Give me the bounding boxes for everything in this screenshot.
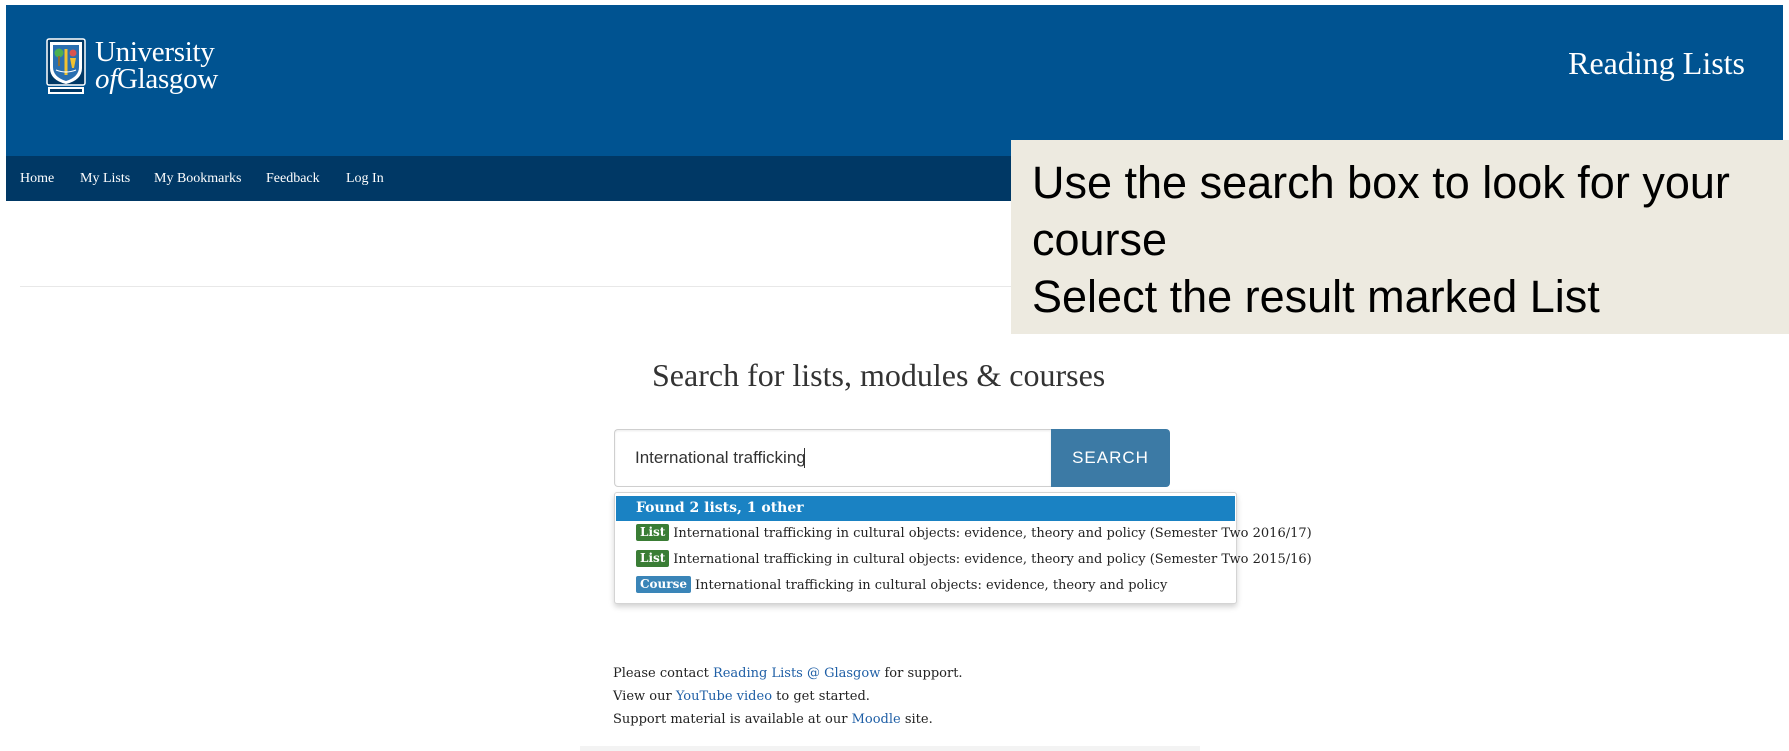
logo-line-university: University: [95, 36, 215, 68]
nav-my-lists[interactable]: My Lists: [80, 156, 130, 201]
text-caret: [804, 448, 805, 468]
nav-my-bookmarks[interactable]: My Bookmarks: [154, 156, 242, 201]
logo-glasgow: Glasgow: [116, 63, 218, 95]
logo-wordmark: University ofGlasgow: [95, 36, 218, 95]
support-line-moodle: Support material is available at our Moo…: [613, 708, 963, 731]
university-crest-icon: [46, 38, 86, 94]
support-text: View our: [613, 689, 676, 704]
support-line-contact: Please contact Reading Lists @ Glasgow f…: [613, 662, 963, 685]
instruction-callout: Use the search box to look for your cour…: [1011, 140, 1789, 334]
reading-lists-link[interactable]: Reading Lists @ Glasgow: [713, 666, 880, 681]
support-info: Please contact Reading Lists @ Glasgow f…: [613, 662, 963, 731]
search-input[interactable]: [614, 429, 1051, 487]
search-heading: Search for lists, modules & courses: [652, 357, 1106, 393]
youtube-video-link[interactable]: YouTube video: [676, 689, 772, 704]
search-button[interactable]: SEARCH: [1051, 429, 1170, 487]
result-list-2016-17[interactable]: List International trafficking in cultura…: [636, 523, 1312, 545]
support-text: site.: [900, 712, 933, 727]
callout-text: Use the search box to look for your cour…: [1032, 154, 1782, 325]
callout-line: course: [1032, 214, 1168, 265]
support-text: for support.: [880, 666, 963, 681]
logo-line-glasgow: ofGlasgow: [95, 63, 218, 95]
course-tag: Course: [636, 576, 691, 593]
callout-line: Select the result marked List: [1032, 271, 1600, 322]
support-text: to get started.: [772, 689, 870, 704]
nav-home[interactable]: Home: [20, 156, 54, 201]
moodle-link[interactable]: Moodle: [852, 712, 901, 727]
support-text: Support material is available at our: [613, 712, 852, 727]
result-list-2015-16[interactable]: List International trafficking in cultura…: [636, 549, 1312, 571]
footer-divider: [580, 746, 1200, 751]
site-title[interactable]: Reading Lists: [1568, 45, 1745, 82]
result-title: International trafficking in cultural ob…: [673, 526, 1312, 541]
result-title: International trafficking in cultural ob…: [673, 552, 1312, 567]
site-header: University ofGlasgow Reading Lists: [6, 5, 1783, 156]
callout-line: Use the search box to look for your: [1032, 157, 1730, 208]
list-tag: List: [636, 524, 670, 541]
logo-of: of: [95, 63, 117, 95]
university-logo[interactable]: University ofGlasgow: [46, 38, 246, 98]
result-title: International trafficking in cultural ob…: [695, 578, 1168, 593]
search-results-dropdown: Found 2 lists, 1 other List International…: [614, 492, 1312, 604]
list-tag: List: [636, 550, 670, 567]
results-summary: Found 2 lists, 1 other: [616, 496, 1235, 521]
support-line-video: View our YouTube video to get started.: [613, 685, 963, 708]
nav-log-in[interactable]: Log In: [346, 156, 384, 201]
nav-feedback[interactable]: Feedback: [266, 156, 320, 201]
result-course[interactable]: Course International trafficking in cultu…: [636, 575, 1167, 597]
support-text: Please contact: [613, 666, 713, 681]
